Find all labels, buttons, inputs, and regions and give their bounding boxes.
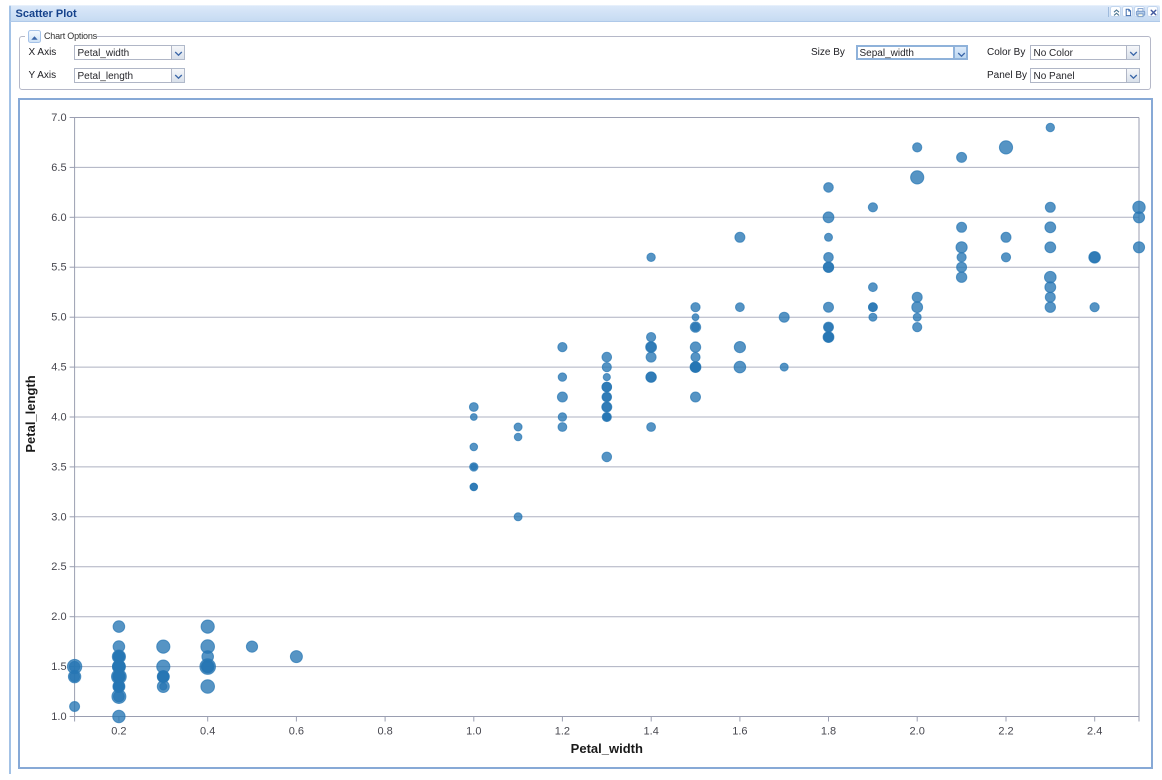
svg-text:0.2: 0.2 bbox=[111, 726, 126, 738]
svg-text:0.6: 0.6 bbox=[289, 726, 304, 738]
svg-text:3.5: 3.5 bbox=[51, 461, 66, 473]
svg-text:7.0: 7.0 bbox=[51, 112, 66, 124]
svg-text:1.0: 1.0 bbox=[466, 726, 481, 738]
svg-text:0.4: 0.4 bbox=[200, 726, 215, 738]
svg-text:Petal_width: Petal_width bbox=[571, 741, 643, 756]
svg-text:6.0: 6.0 bbox=[51, 212, 66, 224]
svg-text:1.0: 1.0 bbox=[51, 711, 66, 723]
svg-text:2.5: 2.5 bbox=[51, 561, 66, 573]
svg-text:2.4: 2.4 bbox=[1087, 726, 1102, 738]
svg-text:6.5: 6.5 bbox=[51, 162, 66, 174]
svg-text:3.0: 3.0 bbox=[51, 511, 66, 523]
svg-text:1.2: 1.2 bbox=[555, 726, 570, 738]
svg-text:4.0: 4.0 bbox=[51, 412, 66, 424]
svg-text:2.0: 2.0 bbox=[51, 611, 66, 623]
svg-text:1.5: 1.5 bbox=[51, 661, 66, 673]
svg-text:5.5: 5.5 bbox=[51, 262, 66, 274]
svg-text:1.8: 1.8 bbox=[821, 726, 836, 738]
svg-text:2.2: 2.2 bbox=[998, 726, 1013, 738]
svg-text:5.0: 5.0 bbox=[51, 312, 66, 324]
svg-text:1.4: 1.4 bbox=[644, 726, 659, 738]
svg-text:2.0: 2.0 bbox=[910, 726, 925, 738]
svg-text:Petal_length: Petal_length bbox=[23, 375, 38, 452]
svg-text:4.5: 4.5 bbox=[51, 362, 66, 374]
svg-text:1.6: 1.6 bbox=[732, 726, 747, 738]
svg-text:0.8: 0.8 bbox=[377, 726, 392, 738]
